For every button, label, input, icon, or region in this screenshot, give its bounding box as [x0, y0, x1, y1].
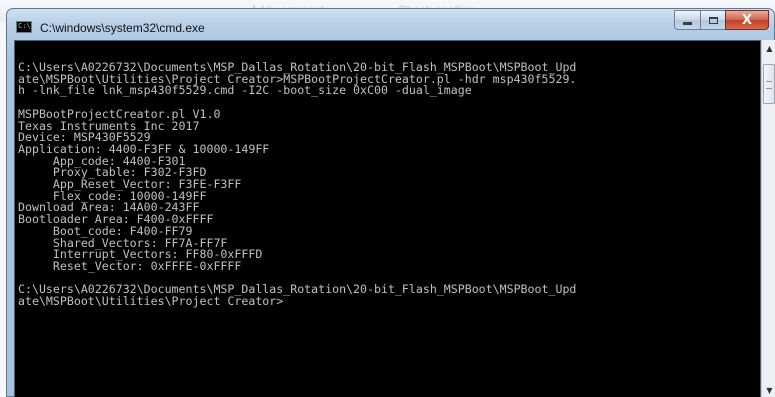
minimize-icon — [683, 21, 692, 25]
maximize-button[interactable] — [700, 10, 726, 30]
maximize-icon — [708, 16, 718, 24]
console-output[interactable]: C:\Users\A0226732\Documents\MSP_Dallas_R… — [14, 40, 761, 397]
console-line: Reset_Vector: 0xFFFE-0xFFFF — [18, 258, 242, 273]
cmd-window: C:\ C:\windows\system32\cmd.exe X C:\Use… — [6, 8, 775, 397]
grip-icon — [766, 81, 772, 89]
close-button[interactable]: X — [725, 10, 769, 30]
scroll-down-arrow-icon[interactable]: ▼ — [762, 382, 775, 397]
close-icon: X — [741, 12, 753, 28]
window-title: C:\windows\system32\cmd.exe — [40, 21, 205, 35]
vertical-scrollbar[interactable]: ▲ ▼ — [761, 40, 775, 397]
scrollbar-thumb[interactable] — [763, 64, 775, 104]
cmd-icon[interactable]: C:\ — [16, 21, 32, 33]
scroll-up-arrow-icon[interactable]: ▲ — [762, 40, 775, 56]
desktop: Add comment Check spelling C:\ C:\window… — [0, 0, 775, 397]
console-text: C:\Users\A0226732\Documents\MSP_Dallas_R… — [15, 41, 760, 308]
minimize-button[interactable] — [674, 10, 701, 30]
console-line: h -lnk_file lnk_msp430f5529.cmd -I2C -bo… — [18, 83, 472, 98]
console-line: ate\MSPBoot\Utilities\Project Creator> — [18, 294, 284, 309]
title-bar[interactable]: C:\ C:\windows\system32\cmd.exe — [7, 9, 774, 43]
